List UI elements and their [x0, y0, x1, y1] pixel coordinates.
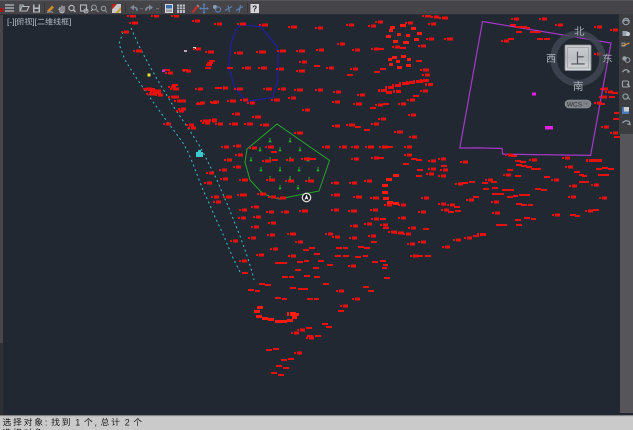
svg-text:WCS: WCS	[567, 101, 583, 108]
svg-text:?: ?	[252, 5, 257, 14]
